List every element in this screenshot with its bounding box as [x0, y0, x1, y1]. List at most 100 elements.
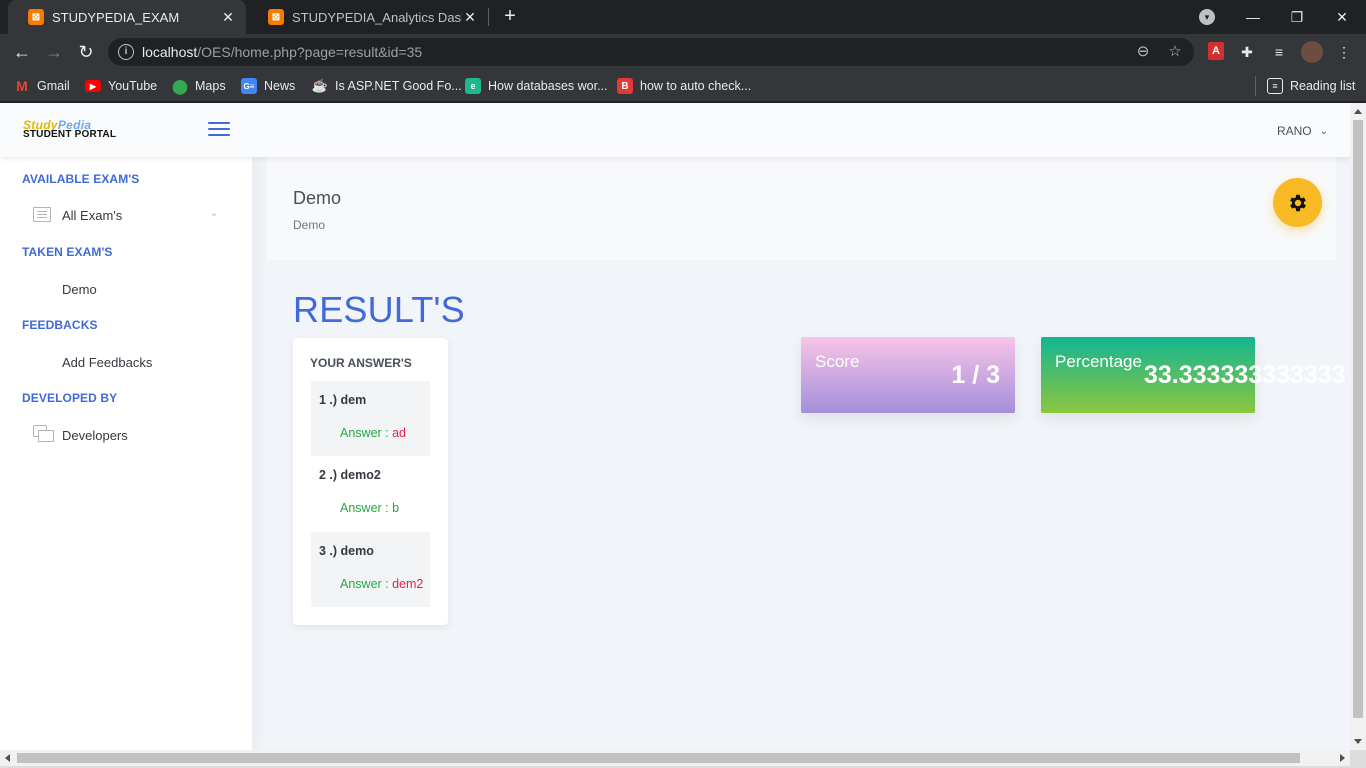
- chevron-down-icon: ⌄: [1319, 125, 1328, 137]
- back-icon[interactable]: ←: [10, 40, 34, 64]
- answer-item: 2 .) demo2 Answer : b: [311, 456, 430, 531]
- scrollbar-corner: [1350, 750, 1366, 768]
- b-icon: B: [617, 78, 633, 94]
- bookmark-news[interactable]: G≡ News: [241, 76, 295, 96]
- sidebar-heading-available-exams: AVAILABLE EXAM'S: [22, 172, 140, 186]
- pdf-extension-icon[interactable]: A: [1208, 42, 1224, 60]
- question-label: 3 .) demo: [319, 544, 374, 558]
- profile-avatar[interactable]: [1301, 41, 1323, 63]
- maps-icon: ⬤: [172, 77, 188, 94]
- answer-value: dem2: [392, 577, 424, 591]
- your-answers-card: YOUR ANSWER'S 1 .) dem Answer : ad 2 .) …: [293, 338, 448, 625]
- page-title: Demo: [293, 188, 342, 208]
- sidebar: AVAILABLE EXAM'S All Exam's ⌄ TAKEN EXAM…: [0, 157, 252, 750]
- question-label: 1 .) dem: [319, 393, 367, 407]
- vertical-scrollbar[interactable]: [1350, 103, 1366, 750]
- bookmark-auto-check[interactable]: Bhow to auto check...: [617, 76, 751, 96]
- scroll-up-arrow[interactable]: [1354, 109, 1362, 114]
- bookmark-gmail[interactable]: M Gmail: [14, 76, 70, 96]
- horizontal-scrollbar[interactable]: [0, 750, 1350, 766]
- page-title-card: Demo Demo: [266, 157, 1336, 260]
- sidebar-heading-feedbacks: FEEDBACKS: [22, 318, 98, 332]
- chat-icon: [33, 425, 54, 442]
- answer-line: Answer : dem2: [340, 577, 424, 591]
- scroll-down-arrow[interactable]: [1354, 739, 1362, 744]
- bookmark-databases[interactable]: e How databases wor...: [465, 76, 608, 96]
- horizontal-scroll-thumb[interactable]: [17, 753, 1300, 763]
- sidebar-item-add-feedbacks[interactable]: Add Feedbacks: [62, 355, 152, 370]
- gear-icon: [1289, 194, 1306, 211]
- sidebar-item-demo[interactable]: Demo: [62, 282, 97, 297]
- logo-subtitle: STUDENT PORTAL: [23, 129, 117, 140]
- hamburger-menu-icon[interactable]: [208, 122, 230, 136]
- url-text: localhost/OES/home.php?page=result&id=35: [142, 44, 423, 60]
- bookmark-maps[interactable]: ⬤ Maps: [172, 76, 225, 96]
- xampp-icon: ⊠: [28, 9, 44, 25]
- close-tab-icon[interactable]: ✕: [462, 9, 478, 26]
- zoom-icon[interactable]: ⊖: [1133, 42, 1153, 62]
- score-label: Score: [815, 352, 860, 371]
- score-value: 1 / 3: [951, 361, 1000, 389]
- page-subtitle: Demo: [293, 218, 326, 232]
- answer-value: b: [392, 501, 400, 515]
- extensions-puzzle-icon[interactable]: ✚: [1237, 42, 1257, 62]
- answer-item: 1 .) dem Answer : ad: [311, 381, 430, 456]
- bookmark-star-icon[interactable]: ☆: [1165, 42, 1185, 62]
- reading-list-icon: ≡: [1267, 78, 1283, 94]
- tab-title: STUDYPEDIA_Analytics Dashboard: [292, 9, 462, 25]
- new-tab-icon[interactable]: +: [498, 4, 522, 28]
- news-icon: G≡: [241, 78, 257, 94]
- forward-icon[interactable]: →: [42, 40, 66, 64]
- menu-kebab-icon[interactable]: ⋮: [1334, 42, 1354, 62]
- educative-icon: e: [465, 78, 481, 94]
- studypedia-logo[interactable]: StudyPedia STUDENT PORTAL: [23, 119, 116, 140]
- gmail-icon: M: [16, 78, 28, 94]
- tab-studypedia-analytics[interactable]: ⊠ STUDYPEDIA_Analytics Dashboard ✕: [248, 0, 488, 34]
- media-queue-icon[interactable]: ≡: [1269, 42, 1289, 62]
- user-menu[interactable]: RANO ⌄: [1277, 124, 1328, 138]
- tab-title: STUDYPEDIA_EXAM: [52, 9, 180, 25]
- percentage-value: 33.333333333333: [1144, 361, 1346, 389]
- tab-strip: ⊠ STUDYPEDIA_EXAM ✕ ⊠ STUDYPEDIA_Analyti…: [0, 0, 1366, 34]
- app-header: StudyPedia STUDENT PORTAL RANO ⌄: [0, 103, 1350, 157]
- vertical-scroll-thumb[interactable]: [1353, 120, 1363, 718]
- site-info-icon[interactable]: i: [118, 44, 134, 60]
- bookmark-aspnet[interactable]: ☕ Is ASP.NET Good Fo...: [312, 76, 462, 96]
- youtube-icon: ▶: [85, 80, 101, 92]
- page-content: StudyPedia STUDENT PORTAL RANO ⌄ AVAILAB…: [0, 103, 1350, 750]
- scroll-left-arrow[interactable]: [5, 754, 10, 762]
- list-icon: [33, 207, 51, 222]
- sidebar-item-all-exams[interactable]: All Exam's: [62, 208, 122, 223]
- bookmarks-bar: M Gmail ▶ YouTube ⬤ Maps G≡ News ☕ Is ASP.NET…: [0, 70, 1366, 102]
- restore-icon[interactable]: ❐: [1275, 0, 1319, 34]
- percentage-card: Percentage 33.333333333333: [1041, 337, 1346, 413]
- user-name: RANO: [1276, 124, 1312, 138]
- answer-value: ad: [392, 426, 407, 440]
- bookmark-youtube[interactable]: ▶ YouTube: [85, 76, 157, 96]
- score-card: Score 1 / 3: [801, 337, 1015, 413]
- minimize-icon[interactable]: —: [1231, 0, 1275, 34]
- question-label: 2 .) demo2: [319, 468, 381, 482]
- sidebar-heading-taken-exams: TAKEN EXAM'S: [22, 245, 113, 259]
- percentage-label: Percentage: [1055, 352, 1142, 371]
- tab-search-icon[interactable]: ▾: [1199, 9, 1215, 25]
- answer-item: 3 .) demo Answer : dem2: [311, 532, 430, 607]
- reload-icon[interactable]: ↻: [74, 40, 98, 64]
- sidebar-item-developers[interactable]: Developers: [62, 428, 128, 443]
- coffee-icon: ☕: [311, 78, 329, 93]
- close-tab-icon[interactable]: ✕: [220, 9, 236, 26]
- tab-separator: [488, 8, 489, 26]
- close-window-icon[interactable]: ✕: [1320, 0, 1364, 34]
- scroll-right-arrow[interactable]: [1340, 754, 1345, 762]
- address-bar[interactable]: i localhost/OES/home.php?page=result&id=…: [108, 38, 1194, 66]
- bookmarks-separator: [1255, 76, 1256, 96]
- xampp-icon: ⊠: [268, 9, 284, 25]
- answers-heading: YOUR ANSWER'S: [310, 356, 412, 370]
- chevron-down-icon[interactable]: ⌄: [210, 208, 218, 219]
- reading-list-button[interactable]: ≡ Reading list: [1267, 76, 1355, 96]
- settings-button[interactable]: [1273, 178, 1322, 227]
- answer-line: Answer : ad: [340, 426, 407, 440]
- answer-line: Answer : b: [340, 501, 400, 515]
- tab-studypedia-exam[interactable]: ⊠ STUDYPEDIA_EXAM ✕: [8, 0, 246, 34]
- results-heading: RESULT'S: [293, 289, 465, 330]
